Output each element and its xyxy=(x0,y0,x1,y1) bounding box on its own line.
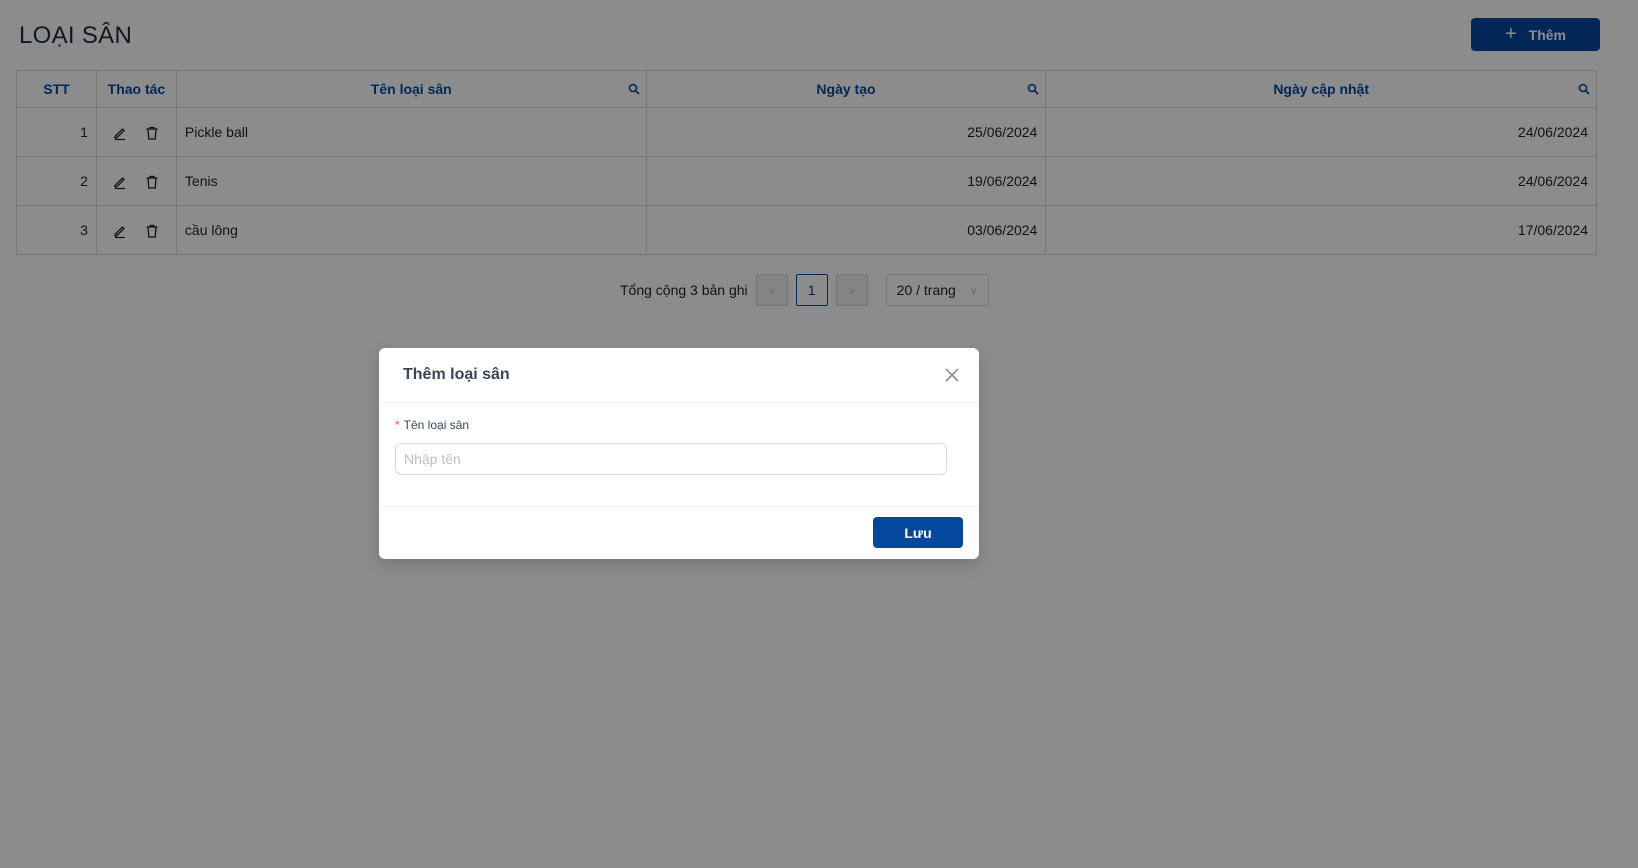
name-field-label-text: Tên loại sân xyxy=(403,418,470,432)
name-input[interactable] xyxy=(395,443,947,475)
modal-title: Thêm loại sân xyxy=(403,366,510,383)
name-field-label: * Tên loại sân xyxy=(395,418,469,432)
close-icon[interactable] xyxy=(943,366,961,384)
modal-footer: Lưu xyxy=(379,506,979,559)
required-mark: * xyxy=(395,418,400,432)
save-button[interactable]: Lưu xyxy=(873,517,963,548)
modal-header: Thêm loại sân xyxy=(379,348,979,403)
add-court-type-modal: Thêm loại sân *Tên loại sân Lưu xyxy=(379,348,979,559)
